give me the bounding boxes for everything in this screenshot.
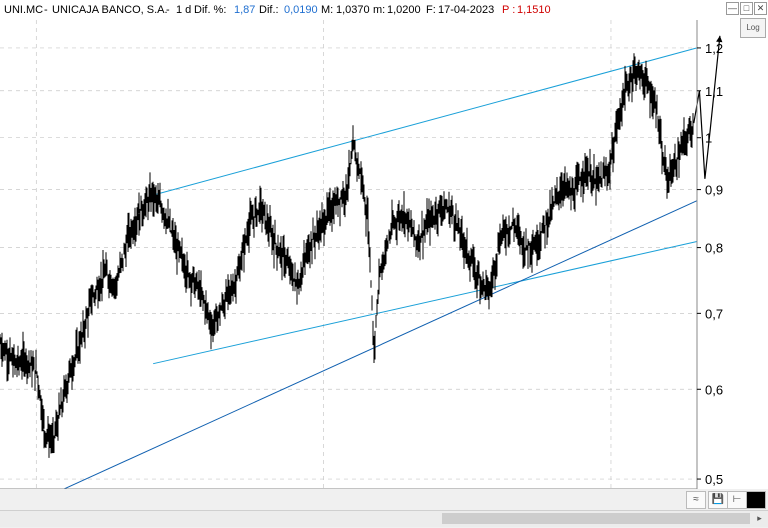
symbol-label: UNI.MC [4,4,44,16]
y-tick-label: 1,2 [705,41,723,56]
scroll-right-icon[interactable]: ▸ [754,513,765,524]
trendline [153,240,698,365]
projection-path [693,35,721,179]
price-series [0,53,694,458]
y-tick-label: 1 [705,131,712,146]
price-value: 1,1510 [517,4,551,16]
grid-lines [0,20,697,489]
min-label: m: [373,4,386,16]
y-tick-label: 0,9 [705,183,723,198]
color-tool-icon[interactable] [746,491,766,509]
y-tick-label: 0,6 [705,382,723,397]
price-bars [0,53,694,458]
y-tick-label: 1,1 [705,84,723,99]
window-controls: — □ ✕ [726,2,767,16]
pin-tool-icon[interactable]: ⊢ [727,491,747,509]
y-tick-label: 0,8 [705,241,723,256]
timeframe-label: 1 d [176,4,192,16]
separator: - [166,4,170,16]
date-label: F: [426,4,436,16]
projection-line [693,35,723,179]
y-tick-label: 0,7 [705,306,723,321]
chart-title-bar: UNI.MC - UNICAJA BANCO, S.A. - 1 d Dif. … [0,0,690,20]
min-value: 1,0200 [387,4,421,16]
trendlines [52,47,698,495]
dif-pct-label: Dif. %: [194,4,227,16]
zoom-tool-icon[interactable]: ≈ [686,491,706,509]
separator: - [44,4,48,16]
dif-pct-value: 1,87 [234,4,256,16]
price-chart[interactable]: 1,21,110,90,80,70,60,5 202120222023 [0,0,768,528]
trendline [153,47,698,196]
maximize-button[interactable]: □ [740,2,753,15]
log-scale-button[interactable]: Log [740,18,766,38]
price-label: P : [502,4,516,16]
dif-value: 0,0190 [284,4,318,16]
y-tick-label: 0,5 [705,472,723,487]
company-label: UNICAJA BANCO, S.A. [52,4,168,16]
close-button[interactable]: ✕ [754,2,767,15]
scrollbar-thumb[interactable] [442,513,750,524]
max-value: 1,0370 [336,4,370,16]
minimize-button[interactable]: — [726,2,739,15]
save-tool-icon[interactable]: 💾 [708,491,728,509]
max-label: M: [321,4,334,16]
date-value: 17-04-2023 [438,4,495,16]
dif-label: Dif.: [259,4,279,16]
horizontal-scrollbar[interactable]: ▸ [0,510,768,527]
